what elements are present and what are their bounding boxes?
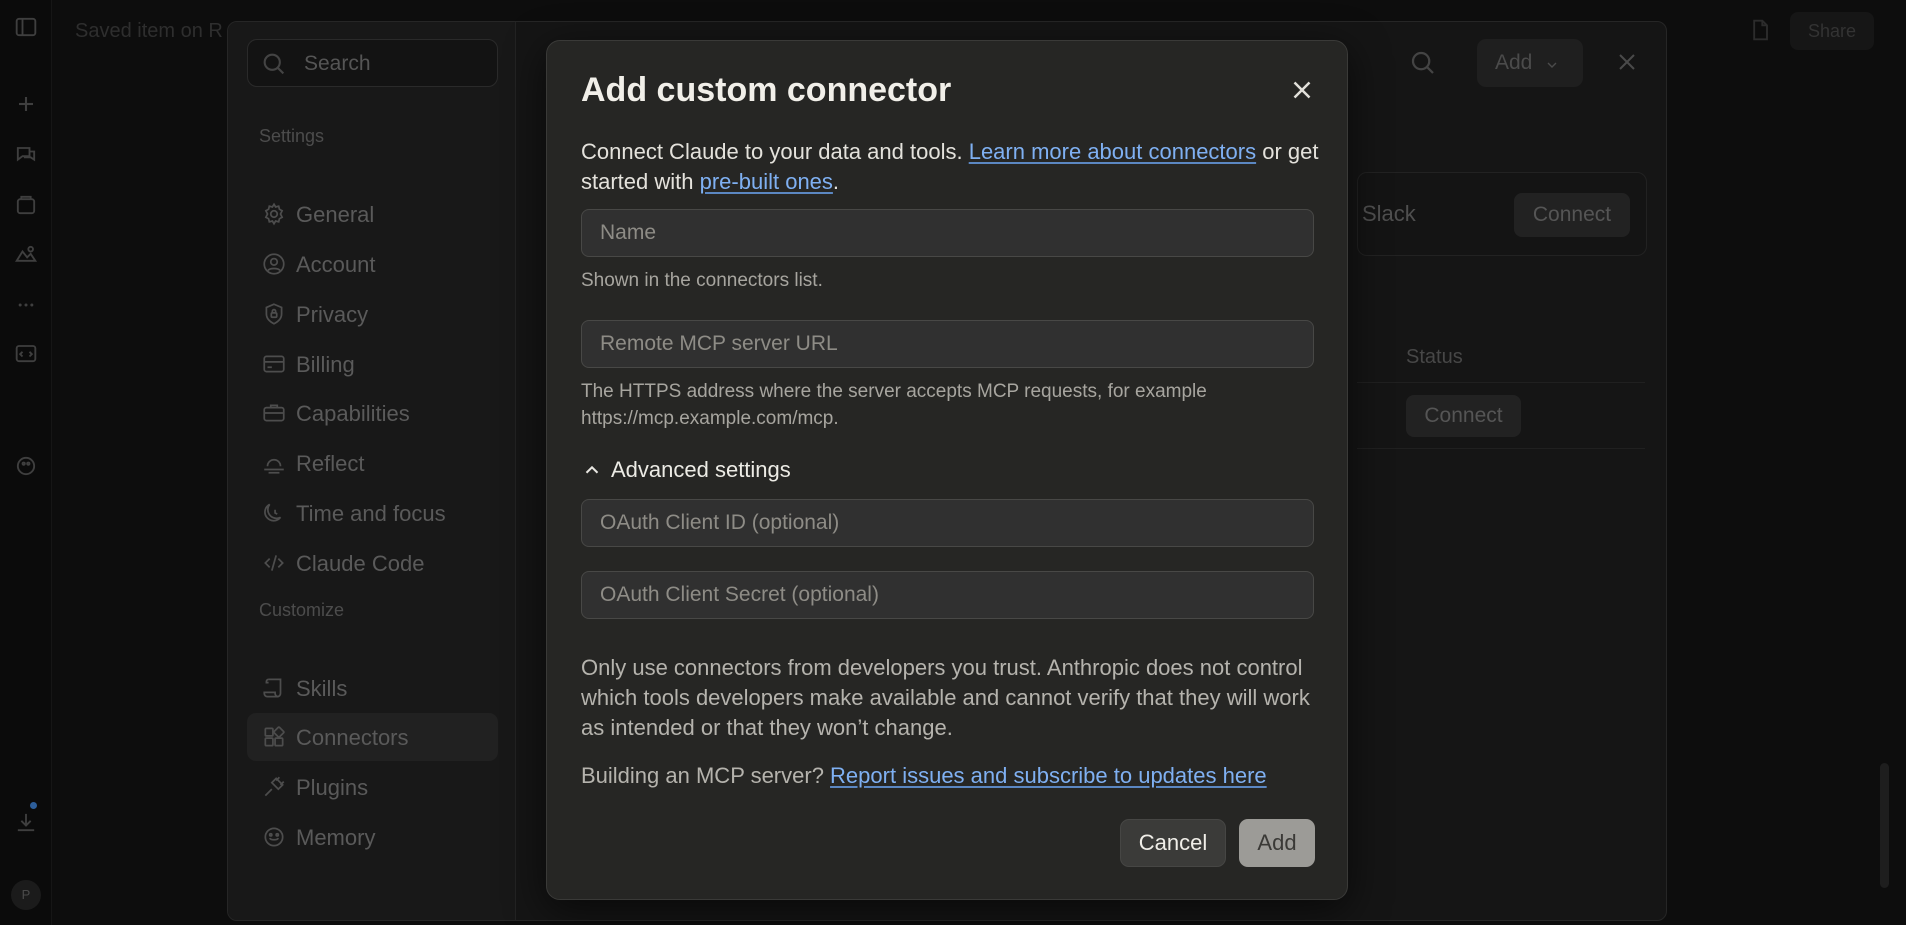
sidebar-item-label: Reflect	[296, 451, 365, 476]
sidebar-item-general[interactable]: General	[247, 190, 498, 238]
advanced-settings-toggle[interactable]: Advanced settings	[581, 455, 791, 485]
sidebar-item-label: Skills	[296, 676, 348, 701]
row-connect-button[interactable]: Connect	[1406, 395, 1521, 437]
scrollbar-thumb[interactable]	[1880, 763, 1889, 888]
sidebar-item-label: Plugins	[296, 775, 369, 800]
sidebar-item-label: Capabilities	[296, 401, 410, 426]
sidebar-item-label: Claude Code	[296, 551, 425, 576]
conversation-title: Saved item on R	[75, 20, 223, 42]
chevron-up-icon	[581, 459, 603, 481]
name-field[interactable]	[581, 209, 1314, 257]
add-label: Add	[1495, 51, 1533, 74]
notification-dot	[30, 802, 37, 809]
plug-icon	[261, 774, 287, 800]
sidebar-item-label: Billing	[296, 352, 355, 377]
app-sidebar-rail: P	[0, 0, 52, 925]
cancel-button[interactable]: Cancel	[1120, 819, 1226, 867]
sidebar-item-label: Privacy	[296, 302, 369, 327]
connector-name: Slack	[1362, 201, 1416, 226]
sidebar-item-plugins[interactable]: Plugins	[247, 763, 498, 811]
section-label-settings: Settings	[259, 126, 325, 146]
sidebar-item-billing[interactable]: Billing	[247, 340, 498, 388]
sidebar-item-label: Account	[296, 252, 376, 277]
mcp-prefix: Building an MCP server?	[581, 763, 831, 788]
code-box-icon[interactable]	[12, 339, 40, 367]
avatar[interactable]: P	[11, 880, 41, 910]
sidebar-item-capabilities[interactable]: Capabilities	[247, 389, 498, 437]
palette-icon[interactable]	[12, 452, 40, 480]
memory-icon	[261, 824, 287, 850]
gear-icon	[261, 201, 287, 227]
close-icon[interactable]	[1287, 75, 1317, 105]
more-icon[interactable]	[12, 291, 40, 319]
close-icon[interactable]	[1615, 50, 1639, 74]
add-connector-button[interactable]: Add	[1477, 39, 1583, 87]
sidebar-item-label: Time and focus	[296, 501, 446, 526]
connector-card: Slack Connect	[1357, 172, 1647, 256]
sidebar-item-account[interactable]: Account	[247, 240, 498, 288]
mcp-server-note: Building an MCP server? Report issues an…	[581, 761, 1321, 791]
settings-search[interactable]	[247, 39, 498, 87]
briefcase-icon	[261, 400, 287, 426]
status-column-header: Status	[1406, 346, 1463, 368]
search-icon	[260, 50, 288, 78]
section-label-customize: Customize	[259, 600, 345, 620]
search-icon[interactable]	[1408, 48, 1438, 78]
oauth-client-secret-field[interactable]	[581, 571, 1314, 619]
sidebar-item-label: Memory	[296, 825, 376, 850]
chevron-down-icon	[1544, 55, 1560, 71]
advanced-settings-label: Advanced settings	[611, 457, 791, 482]
server-url-field[interactable]	[581, 320, 1314, 368]
sidebar-item-connectors[interactable]: Connectors	[247, 713, 498, 761]
scroll-icon	[261, 675, 287, 701]
chats-icon[interactable]	[12, 141, 40, 169]
sidebar-item-label: General	[296, 202, 375, 227]
sidebar-item-label: Connectors	[296, 725, 409, 750]
sunrise-icon	[261, 450, 287, 476]
url-hint: The HTTPS address where the server accep…	[581, 381, 1207, 429]
add-button[interactable]: Add	[1239, 819, 1315, 867]
projects-icon[interactable]	[12, 191, 40, 219]
new-chat-icon[interactable]	[12, 90, 40, 118]
dialog-title: Add custom connector	[581, 71, 952, 109]
sidebar-item-privacy[interactable]: Privacy	[247, 290, 498, 338]
name-hint: Shown in the connectors list.	[581, 270, 823, 291]
intro-end-text: .	[832, 169, 840, 194]
credit-card-icon	[261, 351, 287, 377]
intro-text: Connect Claude to your data and tools.	[581, 139, 969, 164]
share-button[interactable]: Share	[1790, 12, 1874, 50]
oauth-client-id-field[interactable]	[581, 499, 1314, 547]
pre-built-connectors-link[interactable]: pre-built ones	[700, 169, 833, 194]
sidebar-item-reflect[interactable]: Reflect	[247, 439, 498, 487]
settings-sidebar: Settings General Account Privacy Billing…	[228, 22, 516, 920]
search-input[interactable]	[304, 50, 484, 78]
shield-lock-icon	[261, 301, 287, 327]
sidebar-item-skills[interactable]: Skills	[247, 664, 498, 712]
sidebar-toggle-icon[interactable]	[12, 13, 40, 41]
artifacts-icon[interactable]	[12, 241, 40, 269]
report-issues-link[interactable]: Report issues and subscribe to updates h…	[830, 763, 1267, 788]
divider	[1357, 382, 1645, 383]
moon-clock-icon	[261, 500, 287, 526]
sidebar-item-claude-code[interactable]: Claude Code	[247, 539, 498, 587]
sidebar-item-memory[interactable]: Memory	[247, 813, 498, 861]
trust-warning: Only use connectors from developers you …	[581, 655, 1310, 740]
user-circle-icon	[261, 251, 287, 277]
divider	[1357, 448, 1645, 449]
learn-more-connectors-link[interactable]: Learn more about connectors	[969, 139, 1256, 164]
add-custom-connector-dialog: Add custom connector Connect Claude to y…	[546, 40, 1348, 900]
document-icon[interactable]	[1746, 16, 1774, 44]
sidebar-item-time-and-focus[interactable]: Time and focus	[247, 489, 498, 537]
code-icon	[261, 550, 287, 576]
blocks-icon	[261, 724, 287, 750]
download-icon[interactable]	[12, 808, 40, 836]
dialog-intro: Connect Claude to your data and tools. L…	[581, 137, 1321, 197]
connect-button[interactable]: Connect	[1514, 193, 1630, 237]
